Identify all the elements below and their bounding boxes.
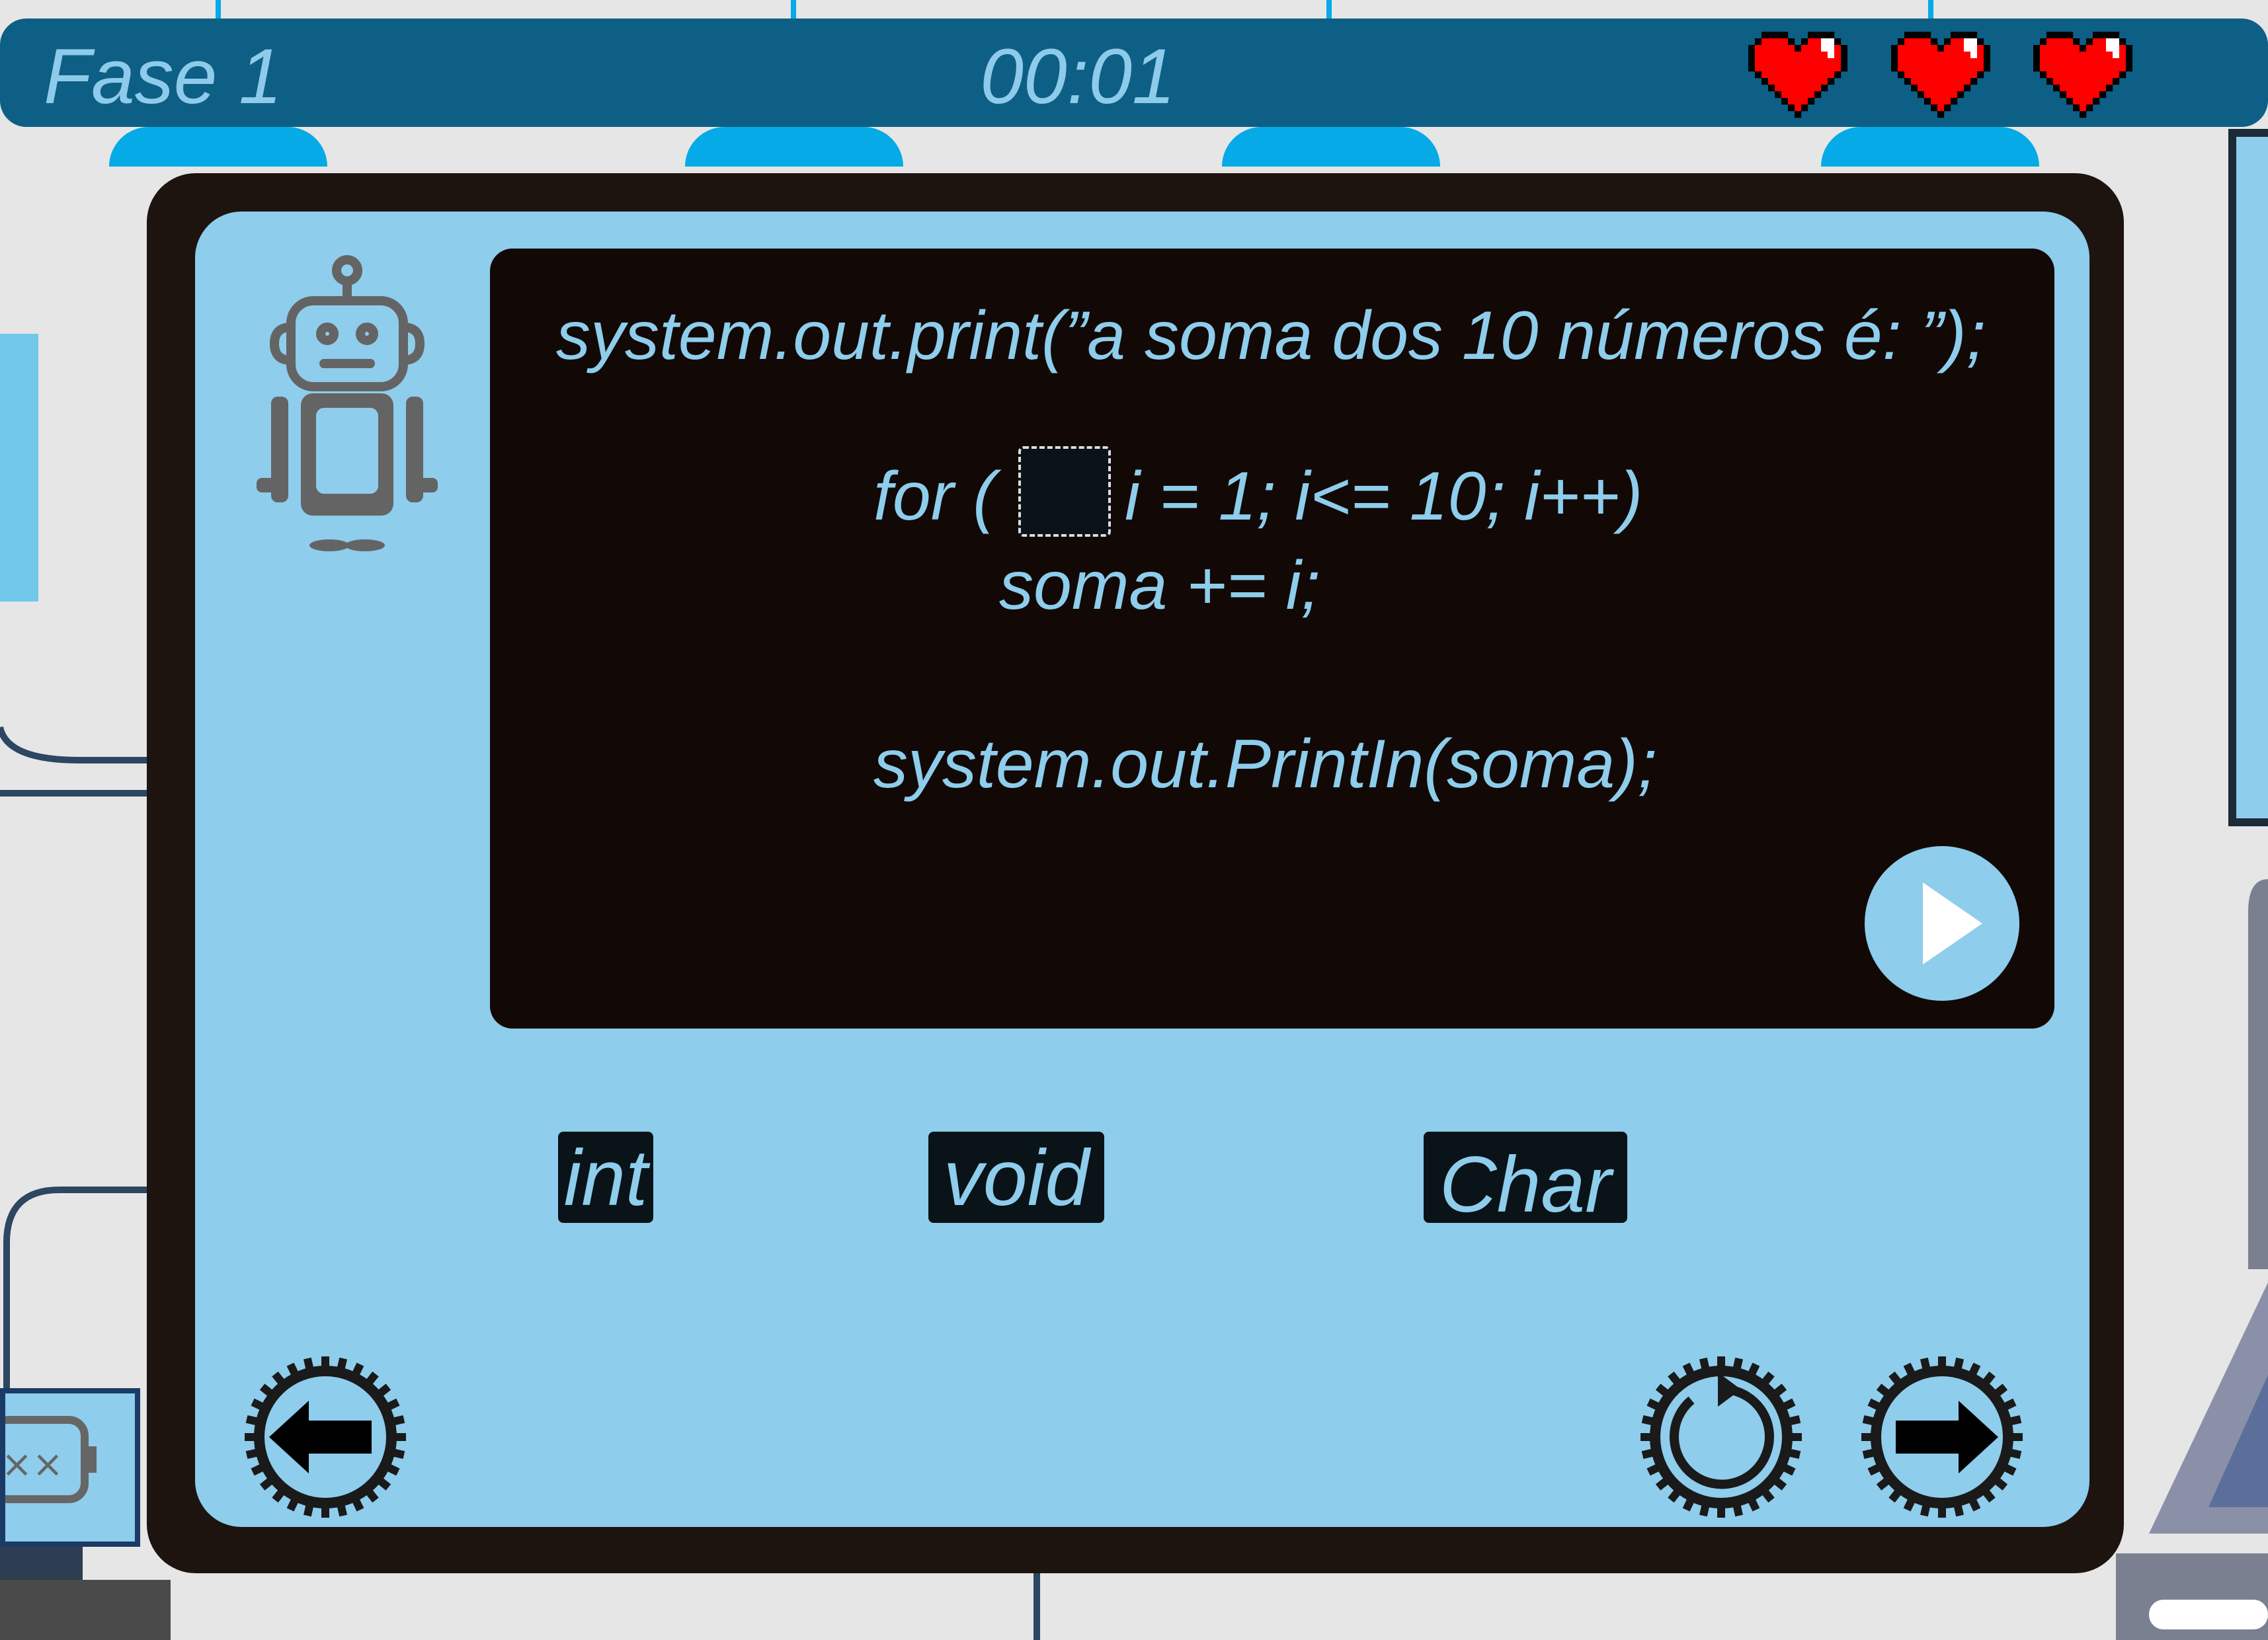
code-line-for-suffix: i = 1; i<= 10; i++) — [1125, 458, 1643, 535]
next-button[interactable] — [1859, 1354, 2025, 1520]
option-int[interactable]: int — [558, 1132, 653, 1223]
hud-bar: Fase 1 00:01 — [0, 19, 2268, 127]
play-button[interactable] — [1865, 846, 2019, 1001]
ceiling-lamp — [1222, 127, 1440, 167]
code-line-for-prefix: for ( — [873, 458, 996, 535]
lamp-wire — [1928, 0, 1933, 20]
ceiling-lamp — [685, 127, 903, 167]
robot-icon — [257, 255, 438, 551]
option-char[interactable]: Char — [1424, 1132, 1627, 1229]
option-void[interactable]: void — [928, 1132, 1104, 1223]
desk — [0, 1580, 171, 1640]
restart-gear-icon — [1640, 1356, 1802, 1518]
arrow-left-gear-icon — [245, 1356, 406, 1518]
code-line-sum: soma += i; — [999, 547, 1320, 624]
restart-button[interactable] — [1639, 1354, 1804, 1520]
heart-icon — [1748, 32, 1848, 124]
lamp-wire — [791, 0, 796, 20]
side-screen — [2228, 129, 2268, 826]
code-line-print: system.out.print(”a soma dos 10 números … — [556, 297, 1986, 374]
svg-text:××: ×× — [5, 1443, 63, 1486]
phase-label: Fase 1 — [44, 33, 282, 120]
cable — [3, 1187, 159, 1388]
wall-panel — [0, 334, 38, 602]
heart-icon — [2033, 32, 2133, 124]
monitor-stand — [0, 1547, 83, 1580]
answer-drop-slot[interactable] — [1018, 446, 1111, 537]
timer-display: 00:01 — [980, 33, 1176, 120]
back-button[interactable] — [243, 1354, 408, 1520]
laptop — [2116, 879, 2268, 1640]
code-editor: system.out.print(”a soma dos 10 números … — [490, 249, 2054, 1029]
code-line-println: system.out.PrintIn(soma); — [873, 726, 1657, 802]
play-icon — [1923, 882, 1982, 964]
lamp-wire — [1326, 0, 1332, 20]
arrow-right-gear-icon — [1861, 1356, 2023, 1518]
broken-robot-monitor: ×× — [0, 1388, 140, 1547]
floor-cable — [1033, 1573, 1040, 1640]
ceiling-lamp — [109, 127, 327, 167]
lamp-wire — [216, 0, 221, 20]
cable — [0, 726, 159, 797]
ceiling-lamp — [1821, 127, 2039, 167]
heart-icon — [1891, 32, 1991, 124]
